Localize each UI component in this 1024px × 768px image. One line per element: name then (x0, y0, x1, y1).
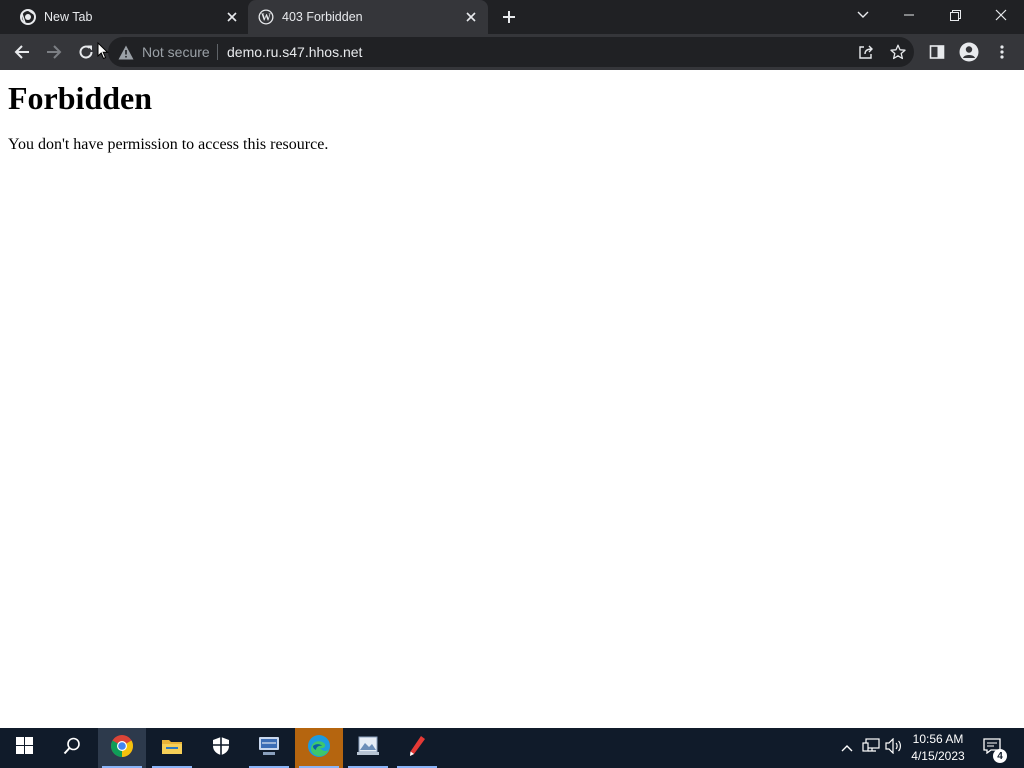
taskbar-image-viewer[interactable] (344, 728, 392, 768)
side-panel-button[interactable] (923, 38, 951, 66)
mouse-cursor-icon (97, 41, 109, 65)
chrome-icon (110, 734, 134, 763)
image-viewer-icon (356, 735, 380, 762)
taskbar-network-manager[interactable] (245, 728, 293, 768)
taskbar: 10:56 AM 4/15/2023 4 (0, 728, 1024, 768)
security-shield-icon (212, 736, 230, 761)
omnibox-divider (217, 44, 218, 60)
minimize-button[interactable] (886, 0, 932, 30)
close-icon[interactable] (463, 9, 479, 25)
address-bar[interactable]: Not secure demo.ru.s47.hhos.net (108, 37, 914, 67)
security-status-label[interactable]: Not secure (142, 44, 210, 60)
more-menu-button[interactable] (988, 38, 1016, 66)
reload-button[interactable] (72, 38, 100, 66)
warning-icon[interactable] (118, 45, 134, 65)
tab-403-forbidden[interactable]: W 403 Forbidden (248, 0, 488, 34)
chrome-icon (20, 9, 36, 25)
profile-button[interactable] (955, 38, 983, 66)
error-message: You don't have permission to access this… (8, 136, 329, 153)
tab-search-button[interactable] (840, 0, 886, 30)
edge-icon (307, 734, 331, 763)
clock-date: 4/15/2023 (911, 749, 965, 763)
windows-start-icon (15, 737, 33, 759)
forward-button[interactable] (40, 38, 68, 66)
tab-strip: New Tab W 403 Forbidden (0, 0, 1024, 34)
new-tab-button[interactable] (499, 7, 519, 27)
notification-count-badge: 4 (993, 749, 1007, 763)
taskbar-chrome[interactable] (98, 728, 146, 768)
url-text[interactable]: demo.ru.s47.hhos.net (227, 44, 362, 60)
taskbar-security[interactable] (197, 728, 245, 768)
taskbar-edge[interactable] (295, 728, 343, 768)
back-button[interactable] (8, 38, 36, 66)
tab-title: New Tab (44, 10, 93, 24)
taskbar-pen-tool[interactable] (393, 728, 441, 768)
show-hidden-icons-button[interactable] (837, 738, 857, 758)
chevron-up-icon (841, 739, 853, 757)
taskbar-file-explorer[interactable] (148, 728, 196, 768)
network-manager-icon (257, 735, 281, 762)
bookmark-star-icon[interactable] (888, 42, 908, 62)
pen-tool-icon (407, 735, 427, 762)
restore-button[interactable] (932, 0, 978, 30)
share-icon[interactable] (856, 42, 876, 62)
clock-time: 10:56 AM (912, 732, 964, 746)
wordpress-icon: W (258, 9, 274, 25)
page-heading: Forbidden (8, 80, 153, 116)
close-window-button[interactable] (978, 0, 1024, 30)
tab-new-tab[interactable]: New Tab (8, 0, 248, 34)
taskbar-search-button[interactable] (48, 728, 96, 768)
tab-title: 403 Forbidden (282, 10, 363, 24)
volume-tray-button[interactable] (884, 737, 904, 759)
svg-text:W: W (261, 13, 271, 24)
browser-toolbar: Not secure demo.ru.s47.hhos.net (0, 34, 1024, 70)
close-icon[interactable] (224, 9, 240, 25)
start-button[interactable] (0, 728, 48, 768)
network-icon (862, 737, 880, 759)
file-explorer-icon (161, 737, 183, 760)
network-tray-button[interactable] (861, 737, 881, 759)
search-icon (63, 737, 81, 760)
page-content: Forbidden You don't have permission to a… (0, 70, 1024, 728)
speaker-icon (885, 737, 903, 759)
